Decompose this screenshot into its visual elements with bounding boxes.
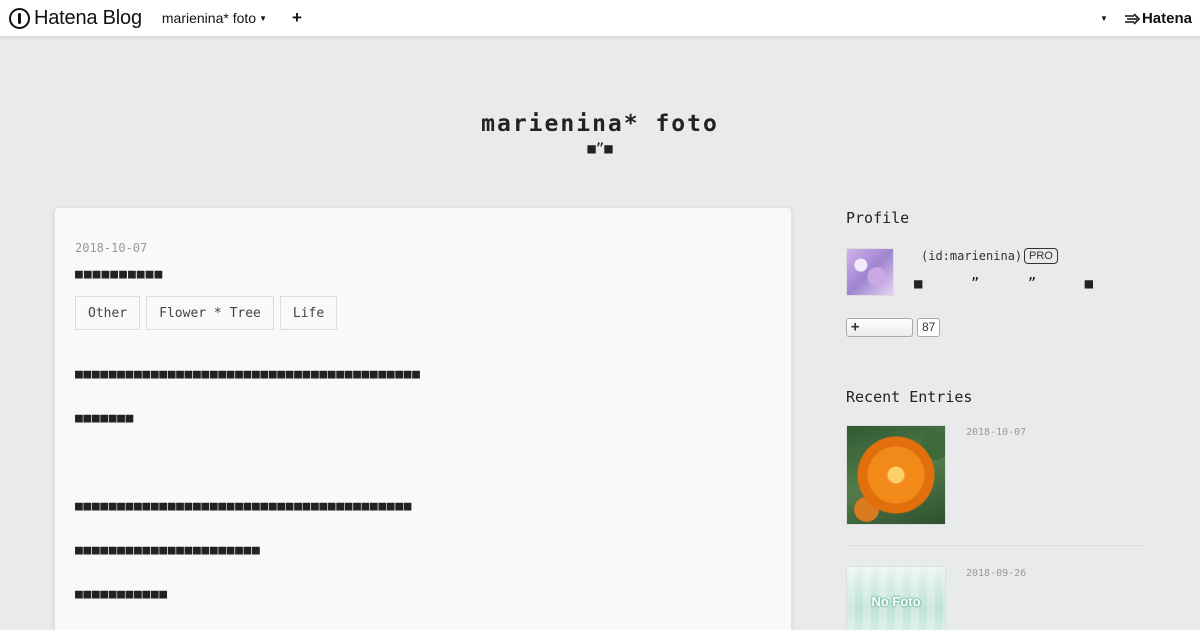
profile-heading: Profile [846,209,910,227]
blog-switcher[interactable]: marienina* foto ▼ [162,10,267,26]
profile-description: ■ ” ” ■ [914,276,1114,292]
user-menu-caret-icon[interactable]: ▼ [1100,14,1108,23]
entry-paragraph: ■■■■■■■■■■■■■■■■■■■■■■■■■■■■■■■■■■■■■■■■… [75,367,421,382]
global-header: Hatena Blog marienina* foto ▼ + ▼ Hatena [0,0,1200,37]
hatena-blog-logo[interactable]: Hatena Blog [9,7,142,30]
category-flower-tree[interactable]: Flower * Tree [146,296,274,330]
blog-description: ■ˮ■ [587,141,613,157]
entry-date[interactable]: 2018-10-07 [75,241,147,255]
blog-title[interactable]: marienina* foto [0,111,1200,137]
entry-paragraph: ■■■■■■■■■■■■■■■■■■■■■■ [75,543,261,558]
hatena-label: Hatena [1141,10,1192,27]
no-foto-label: No Foto [871,593,921,609]
profile-avatar[interactable] [846,248,894,296]
entry-paragraph: ■■■■■■■■■■■■■■■■■■■■■■■■■■■■■■■■■■■■■■■■ [75,499,413,514]
profile-id[interactable]: (id:marienina) [921,249,1022,263]
recent-entry-date[interactable]: 2018-10-07 [966,427,1026,438]
header-right: ▼ Hatena [1100,0,1192,37]
follower-count[interactable]: 87 [917,318,941,337]
recent-entry-thumbnail[interactable] [846,425,946,525]
entry-title[interactable]: ■■■■■■■■■■ [75,267,163,282]
divider [846,545,1146,546]
category-life[interactable]: Life [279,296,338,330]
recent-entry-thumbnail[interactable]: No Foto [846,566,946,630]
follow-button[interactable]: + [846,318,913,337]
hatena-link[interactable]: Hatena [1124,10,1192,27]
caret-down-icon: ▼ [259,13,267,23]
hatena-brand-icon [1124,12,1140,25]
brand-name: Hatena Blog [34,6,142,29]
recent-entry-date[interactable]: 2018-09-26 [966,568,1026,579]
recent-entries-heading: Recent Entries [846,388,973,406]
hatena-blog-icon [9,7,30,29]
entry-categories: Other Flower * Tree Life [75,296,343,330]
entry-paragraph: ■■■■■■■■■■■ [75,587,168,602]
entry-card: 2018-10-07 ■■■■■■■■■■ Other Flower * Tre… [54,207,792,630]
new-entry-button[interactable]: + [292,8,302,28]
pro-badge: PRO [1024,248,1058,264]
blog-switcher-label: marienina* foto [161,10,257,26]
entry-paragraph: ■■■■■■■ [75,411,134,426]
category-other[interactable]: Other [75,296,141,330]
